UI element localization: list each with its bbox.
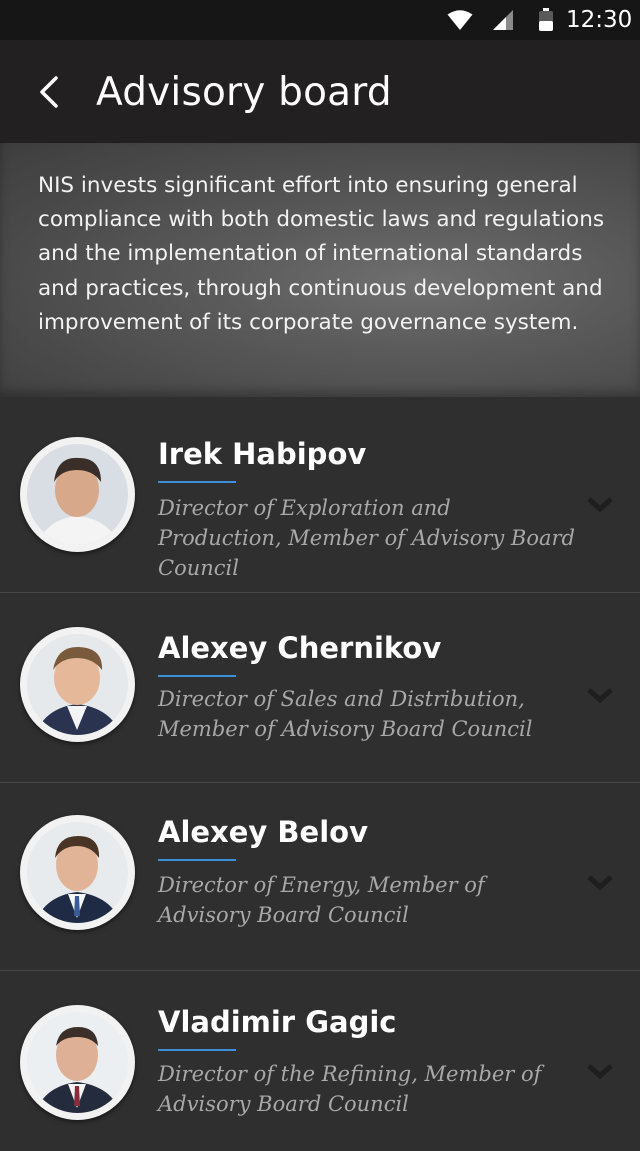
person-role: Director of Energy, Member of Advisory B… bbox=[158, 873, 485, 927]
person-name: Irek Habipov bbox=[158, 437, 367, 471]
avatar bbox=[20, 1005, 135, 1120]
wifi-icon bbox=[447, 10, 473, 30]
person-role: Director of the Refining, Member of Advi… bbox=[158, 1062, 542, 1116]
status-time: 12:30 bbox=[566, 7, 633, 33]
chevron-down-icon[interactable] bbox=[586, 495, 614, 513]
person-name: Alexey Belov bbox=[158, 815, 368, 849]
name-underline bbox=[158, 675, 236, 677]
app-bar: Advisory board bbox=[0, 40, 640, 143]
name-underline bbox=[158, 1049, 236, 1051]
person-role: Director of Sales and Distribution, Memb… bbox=[158, 687, 533, 741]
person-card[interactable]: Vladimir Gagic Director of the Refining,… bbox=[0, 971, 640, 1151]
name-underline bbox=[158, 481, 236, 483]
chevron-down-icon[interactable] bbox=[586, 873, 614, 891]
person-card[interactable]: Alexey Chernikov Director of Sales and D… bbox=[0, 593, 640, 783]
avatar bbox=[20, 815, 135, 930]
person-name: Vladimir Gagic bbox=[158, 1005, 397, 1039]
page-title: Advisory board bbox=[96, 70, 392, 115]
person-role: Director of Exploration and Production, … bbox=[158, 496, 575, 580]
signal-icon bbox=[493, 10, 513, 30]
chevron-down-icon[interactable] bbox=[586, 1062, 614, 1080]
person-card[interactable]: Alexey Belov Director of Energy, Member … bbox=[0, 783, 640, 971]
person-name: Alexey Chernikov bbox=[158, 631, 442, 665]
intro-text: NIS invests significant effort into ensu… bbox=[38, 173, 605, 335]
avatar bbox=[20, 627, 135, 742]
status-bar: 12:30 bbox=[0, 0, 640, 40]
avatar bbox=[20, 437, 135, 552]
battery-icon bbox=[539, 8, 553, 31]
name-underline bbox=[158, 859, 236, 861]
chevron-left-icon[interactable] bbox=[28, 68, 72, 116]
intro-banner: NIS invests significant effort into ensu… bbox=[0, 143, 640, 397]
chevron-down-icon[interactable] bbox=[586, 686, 614, 704]
person-card[interactable]: Irek Habipov Director of Exploration and… bbox=[0, 397, 640, 593]
